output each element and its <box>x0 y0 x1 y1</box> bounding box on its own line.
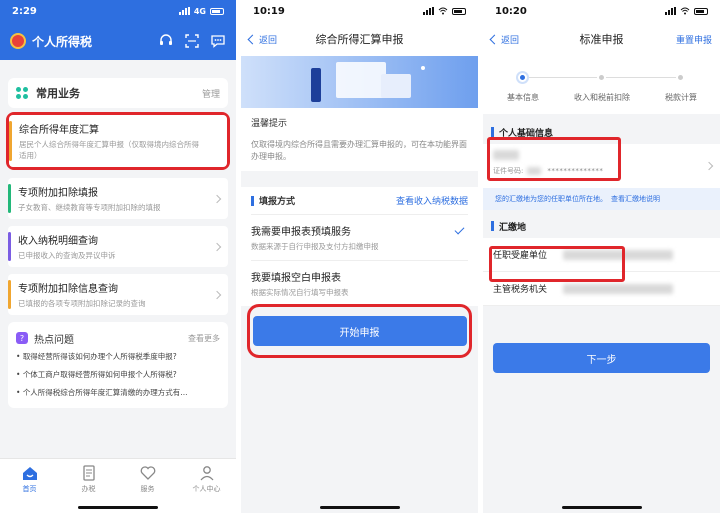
hot-questions-card: ? 热点问题 查看更多 • 取得经营所得该如何办理个人所得税季度申报? • 个体… <box>8 322 228 408</box>
nav-bar: 返回 标准申报 重置申报 <box>483 22 720 56</box>
hot-question-item[interactable]: • 取得经营所得该如何办理个人所得税季度申报? <box>16 348 220 366</box>
tip-section: 温馨提示 仅取得境内综合所得且需要办理汇算申报的，可在本功能界面办理申报。 <box>241 108 478 171</box>
settlement-screen: 10:19 返回 综合所得汇算申报 温馨提示 仅取得境内综合所得且需要办理汇算申… <box>241 0 478 513</box>
tab-service[interactable]: 服务 <box>118 459 177 513</box>
highlight-employer <box>489 246 625 282</box>
home-indicator <box>319 506 400 509</box>
step-dot <box>597 73 606 82</box>
income-tax-query-item[interactable]: 收入纳税明细查询 已申报收入的查询及异议申诉 <box>8 226 228 267</box>
home-indicator <box>561 506 642 509</box>
item-desc: 已填报的各项专项附加扣除记录的查询 <box>18 299 146 308</box>
reset-declaration-button[interactable]: 重置申报 <box>676 33 712 46</box>
status-bar: 10:19 <box>241 0 478 22</box>
highlight-start-button: 开始申报 <box>247 304 472 358</box>
manage-link[interactable]: 管理 <box>202 87 220 100</box>
home-icon <box>22 467 37 480</box>
fill-method-title: 填报方式 <box>259 197 296 207</box>
signal-icon <box>423 7 434 15</box>
tax-office-label: 主管税务机关 <box>493 285 548 295</box>
item-desc: 已申报收入的查询及异议申诉 <box>18 251 116 260</box>
step-label: 收入和税前扣除 <box>574 93 630 102</box>
document-icon <box>82 465 95 481</box>
item-desc: 子女教育、继续教育等专项附加扣除的填报 <box>18 203 161 212</box>
step-label: 基本信息 <box>507 93 539 102</box>
wifi-icon <box>680 7 690 15</box>
common-business-card: 常用业务 管理 <box>8 78 228 108</box>
status-time: 10:20 <box>495 5 527 17</box>
nav-bar: 返回 综合所得汇算申报 <box>241 22 478 56</box>
option-prefill[interactable]: 我需要申报表预填服务 数据来源于自行申报及支付方扣缴申报 <box>251 215 468 261</box>
home-indicator <box>78 506 158 509</box>
app-title: 个人所得税 <box>32 34 93 49</box>
headset-icon[interactable] <box>158 33 174 49</box>
message-icon[interactable] <box>210 33 226 49</box>
banner-illustration <box>241 56 478 108</box>
back-button[interactable]: 返回 <box>249 33 277 46</box>
person-icon <box>200 466 213 481</box>
item-desc: 居民个人综合所得年度汇算申报（仅取得境内综合所得适用） <box>19 140 199 160</box>
tab-profile[interactable]: 个人中心 <box>177 459 236 513</box>
home-screen: 2:29 4G 个人所得税 常用业务 管理 综合所得年度汇算 居民个人综合所得年… <box>0 0 236 513</box>
highlight-personal-info <box>487 137 621 181</box>
view-income-data-link[interactable]: 查看收入纳税数据 <box>396 194 468 207</box>
start-declare-button[interactable]: 开始申报 <box>252 316 467 346</box>
status-time: 10:19 <box>253 5 285 17</box>
item-title: 收入纳税明细查询 <box>18 236 98 247</box>
next-step-button[interactable]: 下一步 <box>493 343 710 373</box>
scan-icon[interactable] <box>184 33 200 49</box>
view-more-link[interactable]: 查看更多 <box>188 333 220 344</box>
status-bar: 10:20 <box>483 0 720 22</box>
fill-method-card: 填报方式 查看收入纳税数据 我需要申报表预填服务 数据来源于自行申报及支付方扣缴… <box>241 187 478 306</box>
annual-settlement-item[interactable]: 综合所得年度汇算 居民个人综合所得年度汇算申报（仅取得境内综合所得适用） <box>9 115 227 167</box>
step-label: 税款计算 <box>665 93 697 102</box>
option-blank-form[interactable]: 我要填报空白申报表 根据实际情况自行填写申报表 <box>251 261 468 306</box>
highlight-annual-settlement: 综合所得年度汇算 居民个人综合所得年度汇算申报（仅取得境内综合所得适用） <box>6 112 230 170</box>
common-business-title: 常用业务 <box>36 87 80 100</box>
blurred-tax-office <box>563 283 673 294</box>
step-dot <box>676 73 685 82</box>
chevron-right-icon <box>212 194 222 203</box>
tax-emblem-icon <box>10 33 26 49</box>
status-bar: 2:29 4G <box>0 0 236 22</box>
wifi-icon <box>438 7 448 15</box>
tip-title: 温馨提示 <box>251 119 288 129</box>
remit-explain-link[interactable]: 查看汇缴地说明 <box>611 195 660 203</box>
item-title: 专项附加扣除填报 <box>18 188 98 199</box>
battery-icon <box>452 7 466 15</box>
remit-notice: 您的汇缴地为您的任职单位所在地。 查看汇缴地说明 <box>483 188 720 210</box>
special-deduction-query-item[interactable]: 专项附加扣除信息查询 已填报的各项专项附加扣除记录的查询 <box>8 274 228 315</box>
app-header: 个人所得税 <box>0 22 236 60</box>
battery-icon <box>694 7 708 15</box>
back-button[interactable]: 返回 <box>491 33 519 46</box>
remit-header: 汇缴地 <box>483 214 720 238</box>
progress-steps: 基本信息 收入和税前扣除 税款计算 <box>483 56 720 114</box>
status-time: 2:29 <box>12 5 37 17</box>
item-title: 专项附加扣除信息查询 <box>18 284 118 295</box>
tab-home[interactable]: 首页 <box>0 459 59 513</box>
hot-question-item[interactable]: • 个人所得税综合所得年度汇算清缴的办理方式有... <box>16 384 220 402</box>
chevron-right-icon <box>212 242 222 251</box>
hot-question-item[interactable]: • 个体工商户取得经营所得如何申报个人所得税? <box>16 366 220 384</box>
step-dot-active <box>518 73 527 82</box>
signal-icon <box>665 7 676 15</box>
tab-tax[interactable]: 办税 <box>59 459 118 513</box>
battery-icon <box>210 7 224 15</box>
network-label: 4G <box>193 6 206 16</box>
hot-questions-title: 热点问题 <box>34 334 74 346</box>
special-deduction-fill-item[interactable]: 专项附加扣除填报 子女教育、继续教育等专项附加扣除的填报 <box>8 178 228 219</box>
tip-desc: 仅取得境内综合所得且需要办理汇算申报的，可在本功能界面办理申报。 <box>251 140 467 161</box>
signal-icon <box>178 7 190 15</box>
chevron-right-icon <box>212 290 222 299</box>
standard-declaration-screen: 10:20 返回 标准申报 重置申报 基本信息 收入和税前扣除 税款计算 个人基… <box>483 0 720 513</box>
item-title: 综合所得年度汇算 <box>19 125 99 136</box>
heart-icon <box>140 466 155 480</box>
clover-icon <box>16 87 28 99</box>
question-icon: ? <box>16 332 28 344</box>
bottom-tab-bar: 首页 办税 服务 个人中心 <box>0 458 236 513</box>
